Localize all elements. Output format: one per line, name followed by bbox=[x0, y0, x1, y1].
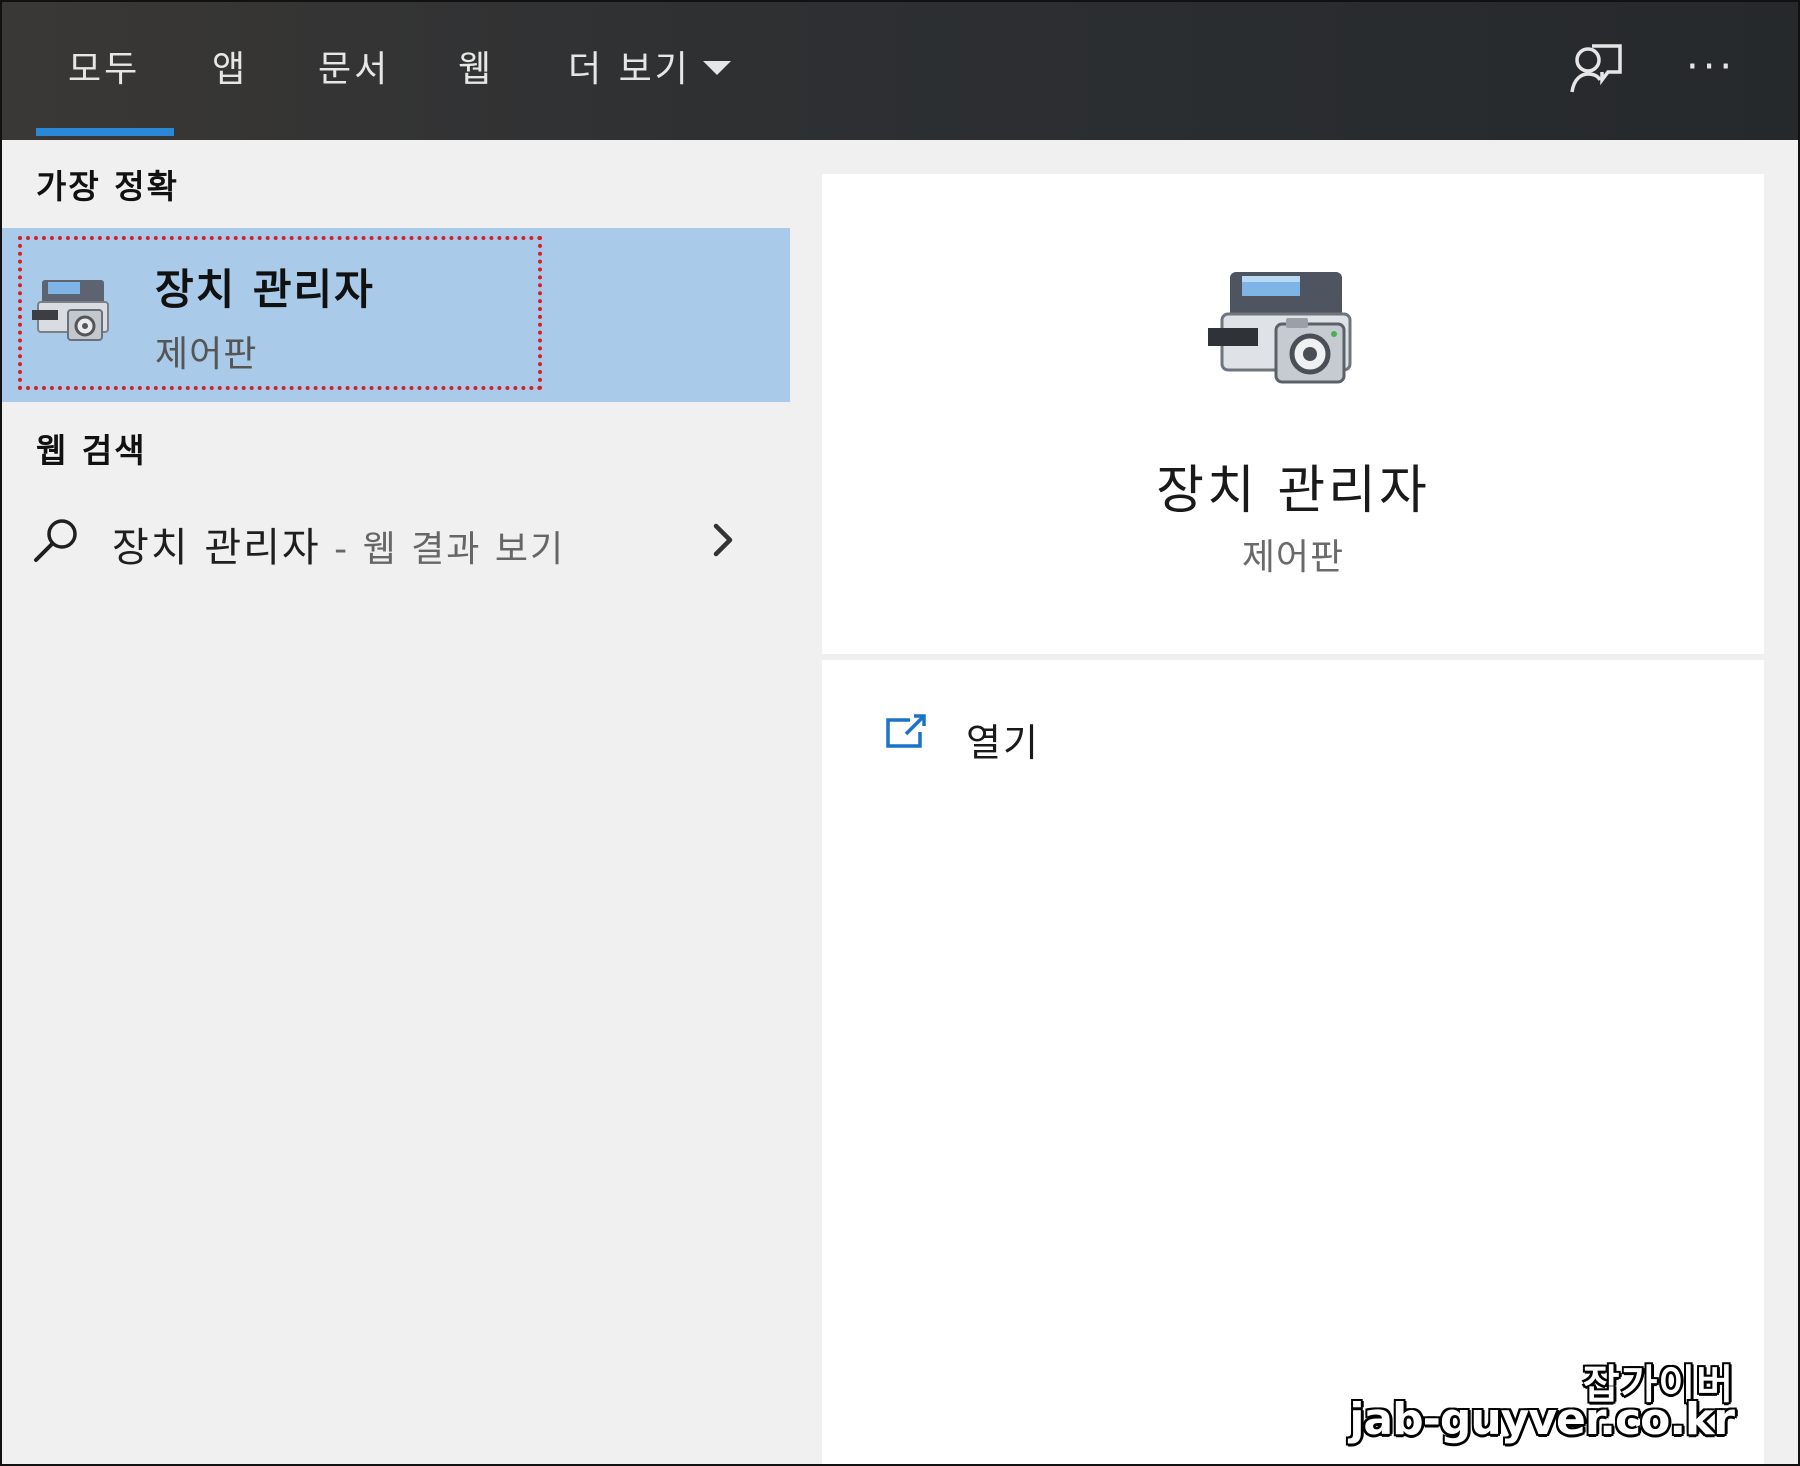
device-manager-large-icon bbox=[1206, 258, 1366, 402]
more-ellipsis-icon[interactable]: ··· bbox=[1686, 44, 1736, 90]
feedback-person-icon[interactable] bbox=[1568, 40, 1624, 100]
tab-more[interactable]: 더 보기 bbox=[568, 40, 731, 92]
best-match-heading: 가장 정확 bbox=[36, 167, 179, 206]
open-action[interactable] bbox=[880, 700, 1280, 770]
highlight-annotation bbox=[18, 236, 542, 390]
chevron-right-icon[interactable] bbox=[708, 520, 738, 564]
chevron-down-icon bbox=[702, 61, 731, 75]
tab-apps[interactable]: 앱 bbox=[212, 40, 248, 92]
tab-more-label: 더 보기 bbox=[568, 49, 691, 90]
watermark-url: jab-guyver.co.kr bbox=[1349, 1394, 1735, 1445]
search-icon bbox=[32, 514, 82, 568]
actions-card bbox=[822, 660, 1764, 1466]
web-result-query: 장치 관리자 bbox=[112, 525, 321, 571]
detail-subtitle: 제어판 bbox=[1241, 537, 1345, 578]
web-search-heading: 웹 검색 bbox=[36, 431, 147, 470]
open-external-icon bbox=[884, 712, 932, 756]
web-result-suffix: - 웹 결과 보기 bbox=[320, 529, 566, 570]
tab-web[interactable]: 웹 bbox=[458, 40, 494, 92]
detail-title: 장치 관리자 bbox=[1156, 461, 1430, 521]
tab-documents[interactable]: 문서 bbox=[318, 40, 390, 92]
web-result-text: 장치 관리자 - 웹 결과 보기 bbox=[112, 515, 565, 573]
active-tab-indicator bbox=[36, 128, 174, 136]
search-filter-bar: 모두 앱 문서 웹 더 보기 ··· bbox=[0, 0, 1800, 140]
tab-all[interactable]: 모두 bbox=[68, 40, 140, 92]
detail-card bbox=[822, 174, 1764, 654]
open-action-label: 열기 bbox=[966, 721, 1040, 765]
